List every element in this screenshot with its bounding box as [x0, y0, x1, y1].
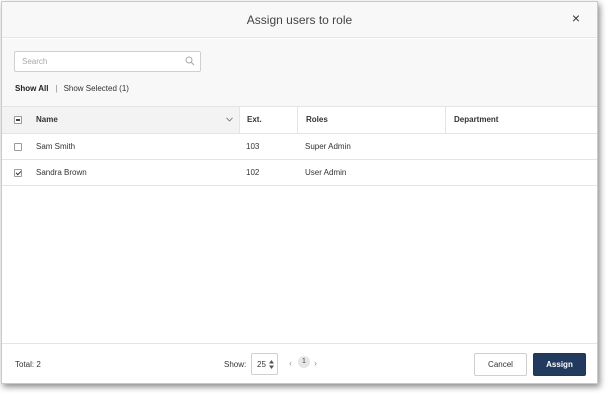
- assign-users-dialog: Assign users to role × Show All | Show Sel…: [1, 1, 598, 384]
- column-header-department[interactable]: Department: [445, 107, 595, 133]
- row-check-cell: [2, 134, 32, 159]
- row-checkbox[interactable]: [14, 169, 22, 177]
- column-header-roles[interactable]: Roles: [297, 107, 445, 133]
- filter-separator: |: [55, 84, 58, 93]
- row-ext: 103: [246, 142, 260, 151]
- header-check-cell: [2, 107, 32, 133]
- dialog-title: Assign users to role: [246, 13, 353, 27]
- show-label: Show:: [224, 360, 247, 369]
- table-row[interactable]: Sandra Brown 102 User Admin: [2, 160, 597, 186]
- close-icon[interactable]: ×: [569, 11, 583, 25]
- show-all-filter[interactable]: Show All: [15, 84, 48, 94]
- row-department: [445, 160, 595, 185]
- dialog-footer: Total: 2 Show: 25 ‹ 1 › Cancel Assign: [2, 343, 597, 383]
- search-input[interactable]: [15, 52, 183, 71]
- page-size-value: 25: [257, 360, 266, 369]
- cancel-button[interactable]: Cancel: [474, 353, 527, 376]
- next-page-button[interactable]: ›: [314, 358, 317, 368]
- search-box[interactable]: [14, 51, 201, 72]
- chevron-down-icon[interactable]: [226, 117, 233, 122]
- assign-button[interactable]: Assign: [533, 353, 586, 376]
- prev-page-button[interactable]: ‹: [289, 358, 292, 368]
- table-row[interactable]: Sam Smith 103 Super Admin: [2, 134, 597, 160]
- row-ext: 102: [246, 168, 260, 177]
- select-all-checkbox[interactable]: [14, 116, 22, 124]
- updown-icon: [269, 360, 274, 369]
- users-table: Name Ext. Roles Department Sam Smith 103…: [2, 106, 597, 186]
- column-header-name[interactable]: Name: [32, 107, 239, 133]
- column-header-ext[interactable]: Ext.: [239, 107, 297, 133]
- row-name: Sam Smith: [36, 142, 76, 151]
- page-size-select[interactable]: 25: [251, 353, 278, 375]
- column-header-name-label: Name: [36, 115, 58, 124]
- filter-row: Show All | Show Selected (1): [15, 84, 129, 94]
- current-page-button[interactable]: 1: [298, 356, 310, 368]
- row-name: Sandra Brown: [36, 168, 87, 177]
- row-department: [445, 134, 595, 159]
- row-check-cell: [2, 160, 32, 185]
- row-checkbox[interactable]: [14, 143, 22, 151]
- search-icon: [185, 56, 195, 66]
- show-selected-filter[interactable]: Show Selected (1): [64, 84, 129, 94]
- row-roles: User Admin: [305, 168, 347, 177]
- table-header: Name Ext. Roles Department: [2, 106, 597, 134]
- search-area: Show All | Show Selected (1): [2, 39, 597, 106]
- total-count: Total: 2: [15, 360, 41, 369]
- row-roles: Super Admin: [305, 142, 351, 151]
- dialog-header: Assign users to role ×: [2, 2, 597, 38]
